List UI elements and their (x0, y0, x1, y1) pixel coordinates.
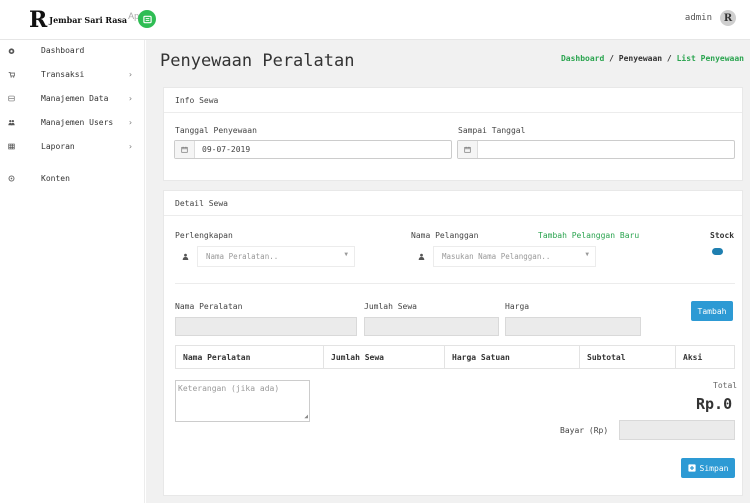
chevron-right-icon: › (128, 69, 133, 79)
tanggal-penyewaan-input[interactable]: 09-07-2019 (174, 140, 452, 159)
cart-icon (6, 67, 16, 81)
gear-icon (6, 171, 16, 185)
keterangan-placeholder: Keterangan (jika ada) (178, 384, 280, 393)
sampai-tanggal-label: Sampai Tanggal (458, 126, 526, 135)
tambah-button[interactable]: Tambah (691, 301, 733, 321)
table-header-row: Nama Peralatan Jumlah Sewa Harga Satuan … (175, 345, 735, 369)
user-menu[interactable]: admin R (685, 10, 736, 26)
caret-down-icon: ▼ (585, 251, 589, 258)
sidebar-item-dashboard[interactable]: Dashboard (0, 43, 145, 57)
users-icon (6, 115, 16, 129)
stock-label: Stock (710, 231, 735, 240)
sidebar-item-manajemen-users[interactable]: Manajemen Users › (0, 115, 145, 129)
table-header-harga-satuan: Harga Satuan (444, 345, 580, 369)
sidebar-item-manajemen-data[interactable]: Manajemen Data › (0, 91, 145, 105)
page-title: Penyewaan Peralatan (160, 51, 355, 71)
perlengkapan-label: Perlengkapan (175, 231, 233, 240)
sidebar-item-konten[interactable]: Konten (0, 171, 145, 185)
tanggal-penyewaan-value: 09-07-2019 (202, 145, 251, 154)
sidebar-item-label: Dashboard (41, 45, 85, 55)
sidebar-item-label: Laporan (41, 141, 75, 151)
bayar-input[interactable] (619, 420, 735, 440)
detail-sewa-table: Nama Peralatan Jumlah Sewa Harga Satuan … (175, 345, 735, 369)
breadcrumb-list-penyewaan[interactable]: List Penyewaan (677, 54, 744, 63)
bayar-label: Bayar (Rp) (560, 426, 609, 435)
tambah-button-label: Tambah (697, 306, 727, 316)
simpan-button-label: Simpan (699, 463, 729, 473)
perlengkapan-select[interactable]: Nama Peralatan.. ▼ (175, 246, 355, 267)
nama-peralatan-label: Nama Peralatan (175, 302, 243, 311)
user-icon (411, 246, 431, 267)
sidebar-item-laporan[interactable]: Laporan › (0, 139, 145, 153)
dashboard-icon (6, 43, 16, 57)
jumlah-sewa-input[interactable] (364, 317, 499, 336)
user-name: admin (684, 13, 712, 23)
avatar: R (720, 10, 736, 26)
database-icon (6, 91, 16, 105)
card-title: Detail Sewa (175, 199, 228, 208)
caret-down-icon: ▼ (344, 251, 348, 258)
sidebar-toggle-button[interactable] (138, 10, 156, 28)
table-header-aksi: Aksi (675, 345, 735, 369)
table-icon (6, 139, 16, 153)
menu-icon (142, 15, 152, 23)
breadcrumb-penyewaan[interactable]: Penyewaan (619, 54, 662, 63)
plus-square-icon (687, 464, 696, 472)
nama-pelanggan-placeholder: Masukan Nama Pelanggan.. (442, 252, 551, 261)
brand-logo[interactable]: R Jembar Sari Rasa App (29, 7, 144, 33)
chevron-right-icon: › (128, 93, 133, 103)
total-value: Rp.0 (696, 395, 733, 413)
sidebar-item-transaksi[interactable]: Transaksi › (0, 67, 145, 81)
breadcrumb-separator: / (604, 54, 619, 63)
table-header-subtotal: Subtotal (579, 345, 676, 369)
perlengkapan-placeholder: Nama Peralatan.. (206, 252, 279, 261)
nama-pelanggan-select-box[interactable]: Masukan Nama Pelanggan.. ▼ (433, 246, 596, 267)
card-header: Detail Sewa (164, 191, 742, 216)
tanggal-penyewaan-label: Tanggal Penyewaan (175, 126, 257, 135)
sidebar-item-label: Manajemen Users (41, 117, 114, 127)
top-navbar: R Jembar Sari Rasa App admin R (0, 0, 750, 40)
card-header: Info Sewa (164, 88, 742, 113)
brand-monogram: R (29, 7, 48, 33)
detail-sewa-card: Detail Sewa Perlengkapan Nama Peralatan.… (163, 190, 743, 496)
stock-indicator (712, 248, 723, 255)
sidebar-item-label: Manajemen Data (41, 93, 109, 103)
total-label: Total (713, 381, 738, 390)
chevron-right-icon: › (128, 141, 133, 151)
chevron-right-icon: › (128, 117, 133, 127)
harga-input[interactable] (505, 317, 641, 336)
simpan-button[interactable]: Simpan (681, 458, 735, 478)
sidebar: Dashboard Transaksi › Manajemen Data › M… (0, 40, 145, 503)
brand-name: Jembar Sari Rasa (49, 15, 128, 25)
breadcrumb-dashboard[interactable]: Dashboard (561, 54, 604, 63)
table-header-jumlah-sewa: Jumlah Sewa (323, 345, 445, 369)
tambah-pelanggan-baru-link[interactable]: Tambah Pelanggan Baru (538, 231, 639, 240)
keterangan-textarea[interactable]: Keterangan (jika ada) ◢ (175, 380, 310, 422)
harga-label: Harga (505, 302, 530, 311)
card-title: Info Sewa (175, 96, 219, 105)
nama-pelanggan-label: Nama Pelanggan (411, 231, 479, 240)
user-icon (175, 246, 195, 267)
sampai-tanggal-input[interactable] (457, 140, 735, 159)
sidebar-item-label: Konten (41, 173, 70, 183)
jumlah-sewa-label: Jumlah Sewa (364, 302, 417, 311)
perlengkapan-select-box[interactable]: Nama Peralatan.. ▼ (197, 246, 355, 267)
calendar-icon (458, 141, 478, 158)
sidebar-item-label: Transaksi (41, 69, 85, 79)
divider (175, 283, 735, 284)
breadcrumb: Dashboard / Penyewaan / List Penyewaan (561, 54, 744, 63)
calendar-icon (175, 141, 195, 158)
resize-handle-icon[interactable]: ◢ (304, 413, 308, 420)
nama-pelanggan-select[interactable]: Masukan Nama Pelanggan.. ▼ (411, 246, 596, 267)
nama-peralatan-input[interactable] (175, 317, 357, 336)
main-content: Penyewaan Peralatan Dashboard / Penyewaa… (146, 40, 750, 503)
breadcrumb-separator: / (662, 54, 677, 63)
info-sewa-card: Info Sewa Tanggal Penyewaan 09-07-2019 S… (163, 87, 743, 181)
table-header-nama-peralatan: Nama Peralatan (175, 345, 324, 369)
